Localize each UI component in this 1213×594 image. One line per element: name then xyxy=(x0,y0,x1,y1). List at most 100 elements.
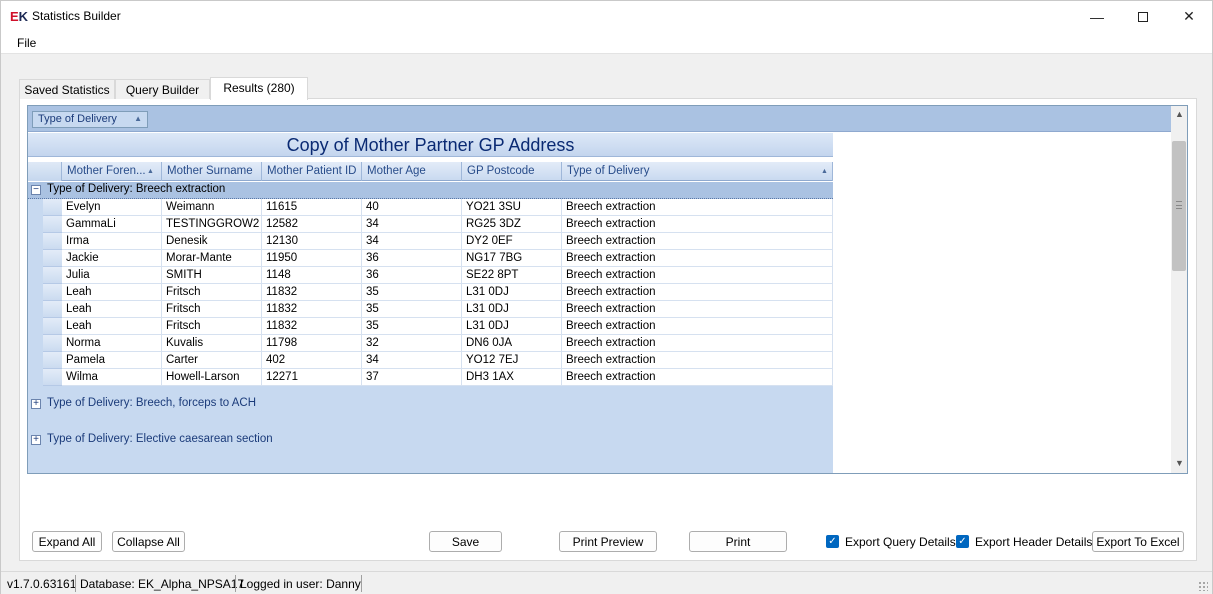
cell-mother-forename[interactable]: Norma xyxy=(62,335,162,352)
group-by-chip-type-of-delivery[interactable]: Type of Delivery ▲ xyxy=(32,111,148,128)
cell-type-of-delivery[interactable]: Breech extraction xyxy=(562,284,833,301)
cell-mother-forename[interactable]: GammaLi xyxy=(62,216,162,233)
column-header-mother-age[interactable]: Mother Age xyxy=(362,162,462,181)
cell-mother-forename[interactable]: Leah xyxy=(62,301,162,318)
cell-mother-surname[interactable]: Howell-Larson xyxy=(162,369,262,386)
cell-mother-patient-id[interactable]: 12130 xyxy=(262,233,362,250)
cell-mother-age[interactable]: 32 xyxy=(362,335,462,352)
cell-mother-surname[interactable]: Carter xyxy=(162,352,262,369)
save-button[interactable]: Save xyxy=(429,531,502,552)
cell-mother-surname[interactable]: SMITH xyxy=(162,267,262,284)
cell-mother-age[interactable]: 35 xyxy=(362,301,462,318)
export-header-details-checkbox[interactable]: ✓ xyxy=(956,535,969,548)
cell-gp-postcode[interactable]: YO21 3SU xyxy=(462,199,562,216)
row-selector[interactable] xyxy=(43,335,62,352)
row-selector[interactable] xyxy=(43,250,62,267)
cell-type-of-delivery[interactable]: Breech extraction xyxy=(562,250,833,267)
row-selector[interactable] xyxy=(43,267,62,284)
cell-type-of-delivery[interactable]: Breech extraction xyxy=(562,199,833,216)
group-row-elective-caesarean-section[interactable]: + Type of Delivery: Elective caesarean s… xyxy=(28,422,833,458)
table-row[interactable]: Leah Fritsch 11832 35 L31 0DJ Breech extracti… xyxy=(28,284,833,301)
column-header-mother-surname[interactable]: Mother Surname xyxy=(162,162,262,181)
cell-mother-patient-id[interactable]: 11832 xyxy=(262,301,362,318)
group-row-breech-extraction[interactable]: − Type of Delivery: Breech extraction xyxy=(28,182,833,199)
cell-mother-surname[interactable]: Morar-Mante xyxy=(162,250,262,267)
table-row[interactable]: Evelyn Weimann 11615 40 YO21 3SU Breech extra… xyxy=(28,199,833,216)
cell-gp-postcode[interactable]: DN6 0JA xyxy=(462,335,562,352)
maximize-button[interactable] xyxy=(1120,1,1166,32)
collapse-icon[interactable]: − xyxy=(31,185,41,195)
cell-mother-forename[interactable]: Irma xyxy=(62,233,162,250)
cell-mother-patient-id[interactable]: 11832 xyxy=(262,284,362,301)
cell-type-of-delivery[interactable]: Breech extraction xyxy=(562,352,833,369)
vertical-scrollbar[interactable]: ▲ ▼ xyxy=(1171,106,1187,473)
cell-gp-postcode[interactable]: YO12 7EJ xyxy=(462,352,562,369)
cell-mother-age[interactable]: 34 xyxy=(362,216,462,233)
cell-mother-patient-id[interactable]: 12582 xyxy=(262,216,362,233)
close-button[interactable]: ✕ xyxy=(1166,1,1212,32)
cell-mother-age[interactable]: 37 xyxy=(362,369,462,386)
cell-mother-patient-id[interactable]: 11798 xyxy=(262,335,362,352)
column-header-type-of-delivery[interactable]: Type of Delivery xyxy=(562,162,833,181)
cell-mother-patient-id[interactable]: 11832 xyxy=(262,318,362,335)
cell-mother-age[interactable]: 35 xyxy=(362,284,462,301)
cell-mother-forename[interactable]: Jackie xyxy=(62,250,162,267)
cell-mother-patient-id[interactable]: 11950 xyxy=(262,250,362,267)
cell-type-of-delivery[interactable]: Breech extraction xyxy=(562,369,833,386)
collapse-all-button[interactable]: Collapse All xyxy=(112,531,185,552)
row-selector[interactable] xyxy=(43,318,62,335)
table-row[interactable]: Wilma Howell-Larson 12271 37 DH3 1AX Breech e… xyxy=(28,369,833,386)
cell-mother-surname[interactable]: Kuvalis xyxy=(162,335,262,352)
resize-grip-icon[interactable] xyxy=(1198,581,1208,591)
cell-mother-surname[interactable]: Fritsch xyxy=(162,318,262,335)
cell-gp-postcode[interactable]: SE22 8PT xyxy=(462,267,562,284)
tab-saved-statistics[interactable]: Saved Statistics xyxy=(19,79,115,99)
cell-mother-patient-id[interactable]: 402 xyxy=(262,352,362,369)
cell-mother-surname[interactable]: Fritsch xyxy=(162,284,262,301)
table-row[interactable]: Jackie Morar-Mante 11950 36 NG17 7BG Breech e… xyxy=(28,250,833,267)
export-query-details-label[interactable]: Export Query Details xyxy=(845,535,956,549)
table-row[interactable]: Norma Kuvalis 11798 32 DN6 0JA Breech extract… xyxy=(28,335,833,352)
cell-mother-age[interactable]: 36 xyxy=(362,250,462,267)
table-row[interactable]: Leah Fritsch 11832 35 L31 0DJ Breech extracti… xyxy=(28,318,833,335)
scroll-down-icon[interactable]: ▼ xyxy=(1175,458,1184,468)
cell-mother-forename[interactable]: Pamela xyxy=(62,352,162,369)
cell-gp-postcode[interactable]: NG17 7BG xyxy=(462,250,562,267)
table-row[interactable]: GammaLi TESTINGGROW2 12582 34 RG25 3DZ Breech… xyxy=(28,216,833,233)
group-row-breech-forceps-to-ach[interactable]: + Type of Delivery: Breech, forceps to A… xyxy=(28,386,833,422)
cell-mother-patient-id[interactable]: 12271 xyxy=(262,369,362,386)
cell-mother-age[interactable]: 34 xyxy=(362,352,462,369)
column-header-gp-postcode[interactable]: GP Postcode xyxy=(462,162,562,181)
row-selector[interactable] xyxy=(43,284,62,301)
cell-mother-age[interactable]: 34 xyxy=(362,233,462,250)
print-preview-button[interactable]: Print Preview xyxy=(559,531,657,552)
scrollbar-thumb[interactable] xyxy=(1172,141,1186,271)
tab-query-builder[interactable]: Query Builder xyxy=(115,79,210,99)
results-grid[interactable]: Type of Delivery ▲ Copy of Mother Partne… xyxy=(27,105,1188,474)
minimize-button[interactable]: — xyxy=(1074,1,1120,32)
table-row[interactable]: Leah Fritsch 11832 35 L31 0DJ Breech extracti… xyxy=(28,301,833,318)
cell-mother-forename[interactable]: Leah xyxy=(62,284,162,301)
export-query-details-checkbox[interactable]: ✓ xyxy=(826,535,839,548)
cell-mother-patient-id[interactable]: 1148 xyxy=(262,267,362,284)
row-selector[interactable] xyxy=(43,352,62,369)
row-selector[interactable] xyxy=(43,233,62,250)
cell-type-of-delivery[interactable]: Breech extraction xyxy=(562,335,833,352)
cell-type-of-delivery[interactable]: Breech extraction xyxy=(562,318,833,335)
table-row[interactable]: Pamela Carter 402 34 YO12 7EJ Breech extracti… xyxy=(28,352,833,369)
group-by-area[interactable]: Type of Delivery ▲ xyxy=(28,106,1171,132)
cell-mother-age[interactable]: 36 xyxy=(362,267,462,284)
cell-mother-forename[interactable]: Wilma xyxy=(62,369,162,386)
cell-mother-patient-id[interactable]: 11615 xyxy=(262,199,362,216)
expand-icon[interactable]: + xyxy=(31,435,41,445)
cell-type-of-delivery[interactable]: Breech extraction xyxy=(562,233,833,250)
print-button[interactable]: Print xyxy=(689,531,787,552)
export-to-excel-button[interactable]: Export To Excel xyxy=(1092,531,1184,552)
tab-results[interactable]: Results (280) xyxy=(210,77,308,100)
cell-mother-surname[interactable]: Fritsch xyxy=(162,301,262,318)
cell-mother-age[interactable]: 40 xyxy=(362,199,462,216)
cell-gp-postcode[interactable]: L31 0DJ xyxy=(462,318,562,335)
cell-mother-forename[interactable]: Leah xyxy=(62,318,162,335)
expand-all-button[interactable]: Expand All xyxy=(32,531,102,552)
scroll-up-icon[interactable]: ▲ xyxy=(1175,109,1184,119)
